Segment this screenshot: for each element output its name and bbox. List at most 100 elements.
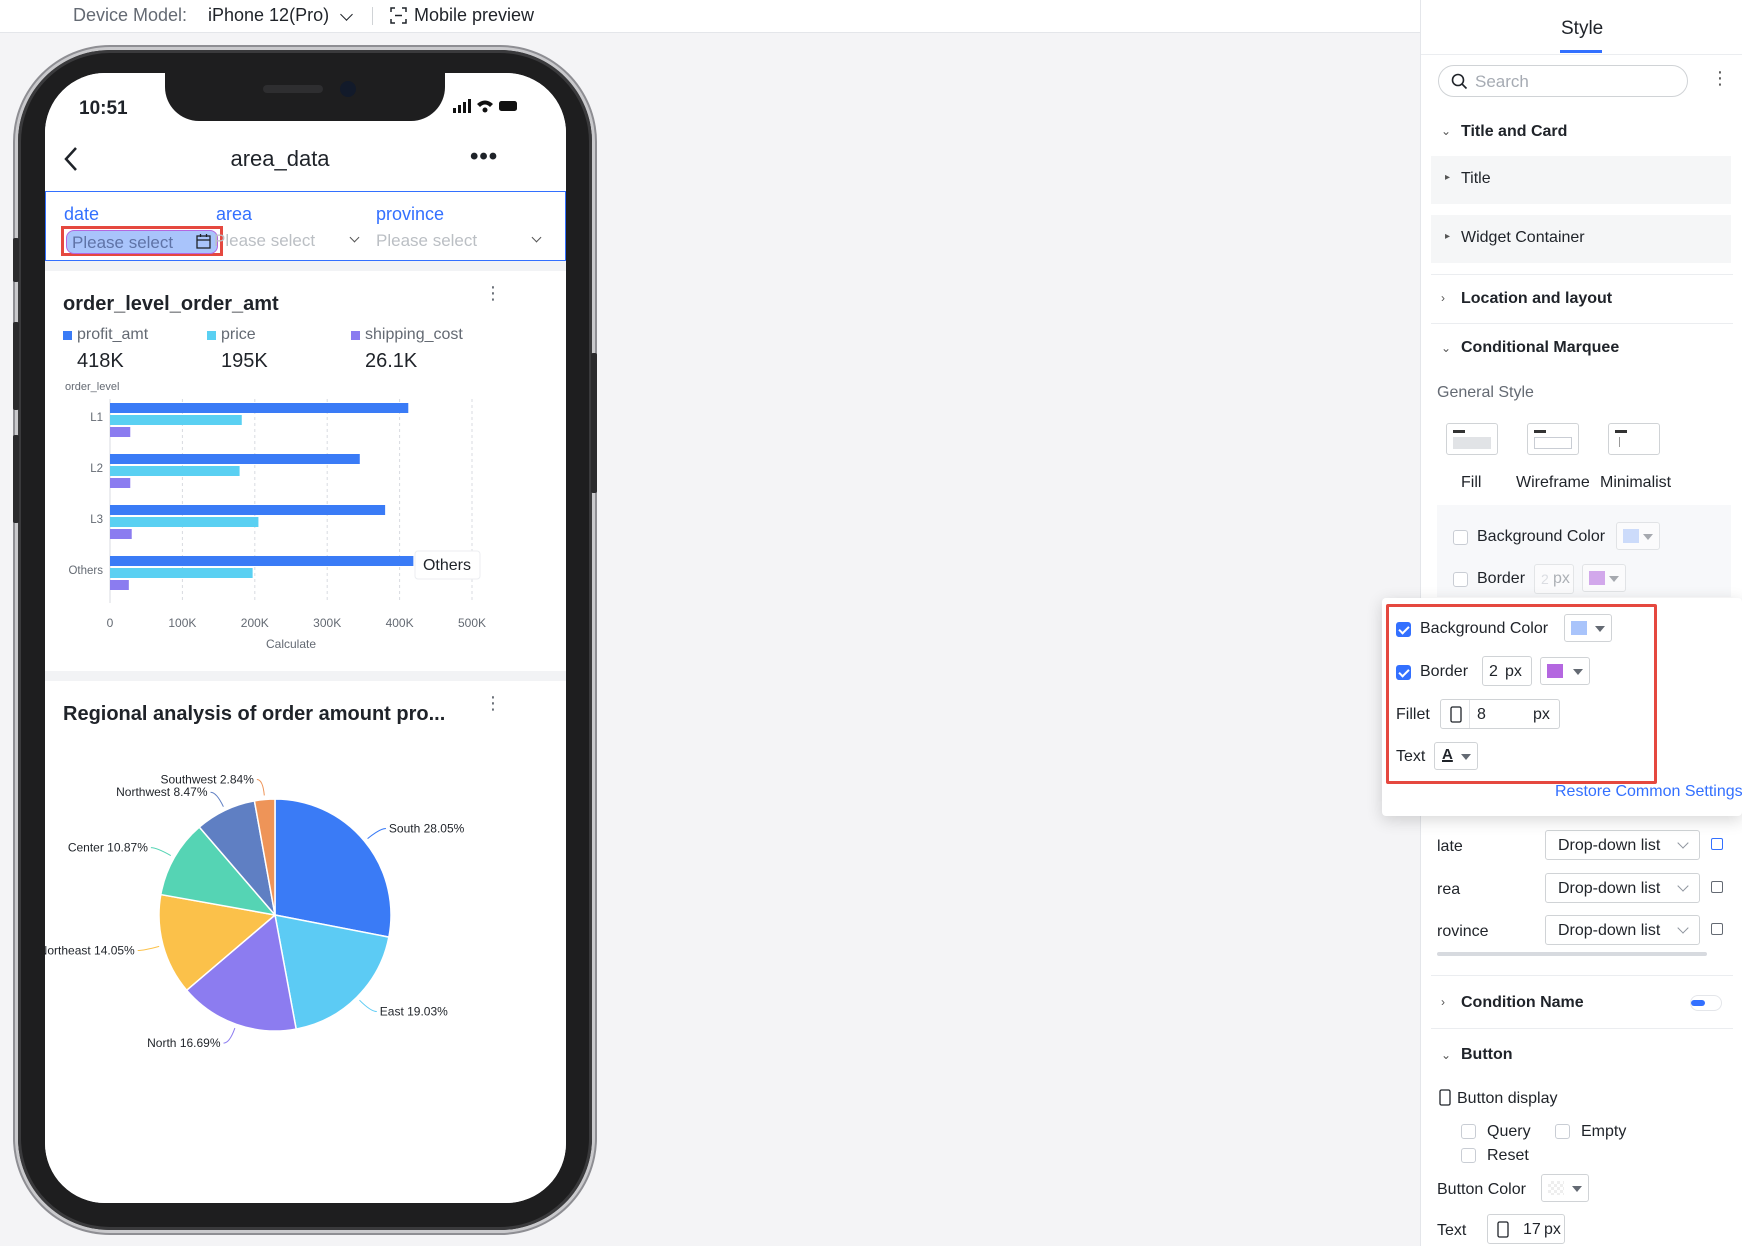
legend-swatch (207, 331, 216, 340)
x-tick-label: 300K (313, 616, 341, 630)
phone-notch (165, 73, 445, 121)
reset-checkbox[interactable] (1461, 1148, 1476, 1163)
style-wireframe-option[interactable] (1527, 423, 1579, 455)
bar (110, 580, 129, 590)
phone-side-button (591, 353, 597, 493)
slice-label: Southwest 2.84% (160, 773, 254, 787)
caret-right-icon: ▸ (1445, 231, 1451, 242)
restore-common-settings-link[interactable]: Restore Common Settings (1555, 783, 1742, 801)
border-color-picker[interactable] (1582, 564, 1626, 592)
bar-chart-card: order_level_order_amt ⋮ profit_amt 418K … (45, 271, 566, 671)
phone-screen: 10:51 area_data ••• date area province P… (45, 73, 566, 1203)
style-minimalist-option[interactable] (1608, 423, 1660, 455)
mobile-preview-icon[interactable] (390, 7, 407, 24)
filter-label-province: province (376, 204, 445, 224)
phone-side-button (13, 238, 19, 282)
subsection-title[interactable]: ▸ Title (1431, 156, 1731, 204)
border-label: Border (1477, 570, 1526, 587)
style-label-minimalist: Minimalist (1600, 474, 1672, 491)
kpi-value: 195K (221, 350, 268, 372)
y-tick-label: Others (68, 565, 103, 577)
chevron-right-icon[interactable]: › (1441, 291, 1445, 305)
reset-label: Reset (1487, 1147, 1529, 1164)
section-conditional-marquee[interactable]: Conditional Marquee (1461, 339, 1619, 357)
horizontal-scrollbar[interactable] (1437, 952, 1707, 956)
bg-color-checkbox[interactable] (1453, 530, 1468, 545)
bar (110, 478, 131, 488)
slice-label: Northwest 8.47% (116, 785, 208, 799)
card-more-icon[interactable]: ⋮ (484, 284, 502, 302)
leader-line (359, 999, 377, 1013)
tab-indicator (1560, 50, 1602, 53)
style-fill-option[interactable] (1446, 423, 1498, 455)
dropdown-type-select[interactable]: Drop-down list (1545, 915, 1700, 945)
legend-swatch (63, 331, 72, 340)
border-width-input[interactable]: 2 px (1534, 564, 1574, 594)
dropdown-row-label: rovince (1437, 923, 1489, 940)
search-input[interactable]: Search (1438, 65, 1688, 97)
filter-bar: date area province Please select Please … (45, 191, 566, 261)
section-title-and-card[interactable]: Title and Card (1461, 123, 1567, 141)
leader-line (223, 1027, 236, 1044)
divider (372, 7, 373, 25)
chevron-down-icon[interactable]: ⌄ (1441, 1048, 1451, 1062)
text-size-input[interactable]: 17 px (1487, 1214, 1565, 1244)
filter-label-area: area (216, 204, 253, 224)
chevron-down-icon[interactable] (340, 8, 353, 21)
dropdown-type-select[interactable]: Drop-down list (1545, 873, 1700, 903)
query-label: Query (1487, 1123, 1531, 1140)
date-select[interactable]: Please select (66, 230, 218, 254)
dropdown-row-label: rea (1437, 881, 1461, 898)
speaker (263, 85, 323, 93)
chevron-down-icon[interactable]: ⌄ (1441, 124, 1451, 138)
tab-style[interactable]: Style (1561, 18, 1603, 40)
slice-label: Northeast 14.05% (45, 944, 135, 958)
search-placeholder: Search (1475, 72, 1529, 91)
pie-chart: South 28.05% East 19.03% North 16.69% North… (45, 773, 465, 1051)
empty-checkbox[interactable] (1555, 1124, 1570, 1139)
pie-slice (274, 798, 392, 938)
x-tick-label: 200K (241, 616, 269, 630)
slice-label: North 16.69% (147, 1036, 221, 1050)
edit-icon[interactable] (1711, 881, 1723, 893)
leader-line (150, 847, 172, 856)
mobile-icon (1497, 1221, 1509, 1238)
caret-right-icon: ▸ (1445, 172, 1451, 183)
section-location-layout[interactable]: Location and layout (1461, 290, 1612, 308)
section-condition-name[interactable]: Condition Name (1461, 994, 1584, 1012)
dropdown-row-label: late (1437, 838, 1463, 855)
border-checkbox[interactable] (1453, 572, 1468, 587)
subsection-widget-container[interactable]: ▸ Widget Container (1431, 215, 1731, 263)
chevron-down-icon[interactable]: ⌄ (1441, 341, 1451, 355)
pie-chart-card: Regional analysis of order amount pro...… (45, 681, 566, 1203)
y-tick-label: L1 (90, 412, 103, 424)
style-label-fill: Fill (1461, 474, 1482, 491)
condition-name-toggle[interactable] (1691, 996, 1721, 1010)
button-color-picker[interactable] (1541, 1174, 1589, 1202)
dropdown-type-select[interactable]: Drop-down list (1545, 830, 1700, 860)
area-select[interactable]: Please select (214, 228, 364, 254)
bar (110, 568, 253, 578)
chevron-down-icon (531, 232, 542, 243)
filter-label-date: date (64, 204, 100, 224)
y-tick-label: L3 (90, 514, 103, 526)
bar (110, 466, 240, 476)
query-checkbox[interactable] (1461, 1124, 1476, 1139)
card-more-icon[interactable]: ⋮ (484, 694, 502, 712)
edit-icon[interactable] (1711, 923, 1723, 935)
panel-more-icon[interactable]: ⋮ (1711, 68, 1729, 89)
edit-icon[interactable] (1711, 838, 1723, 850)
leader-line (256, 779, 265, 796)
phone-side-button (13, 435, 19, 523)
device-model-select[interactable]: iPhone 12(Pro) (208, 5, 329, 26)
chevron-down-icon (349, 232, 360, 243)
search-icon (1451, 73, 1468, 90)
mobile-preview-button[interactable]: Mobile preview (414, 5, 534, 26)
more-icon[interactable]: ••• (470, 143, 498, 171)
tooltip-label: Others (423, 557, 471, 574)
chevron-right-icon[interactable]: › (1441, 995, 1445, 1009)
province-select[interactable]: Please select (376, 228, 551, 254)
section-button[interactable]: Button (1461, 1046, 1513, 1064)
bar-chart: order_level 0 100K 200K 300K 400K 500K Calculat… (65, 381, 486, 651)
bg-color-picker[interactable] (1616, 522, 1660, 550)
